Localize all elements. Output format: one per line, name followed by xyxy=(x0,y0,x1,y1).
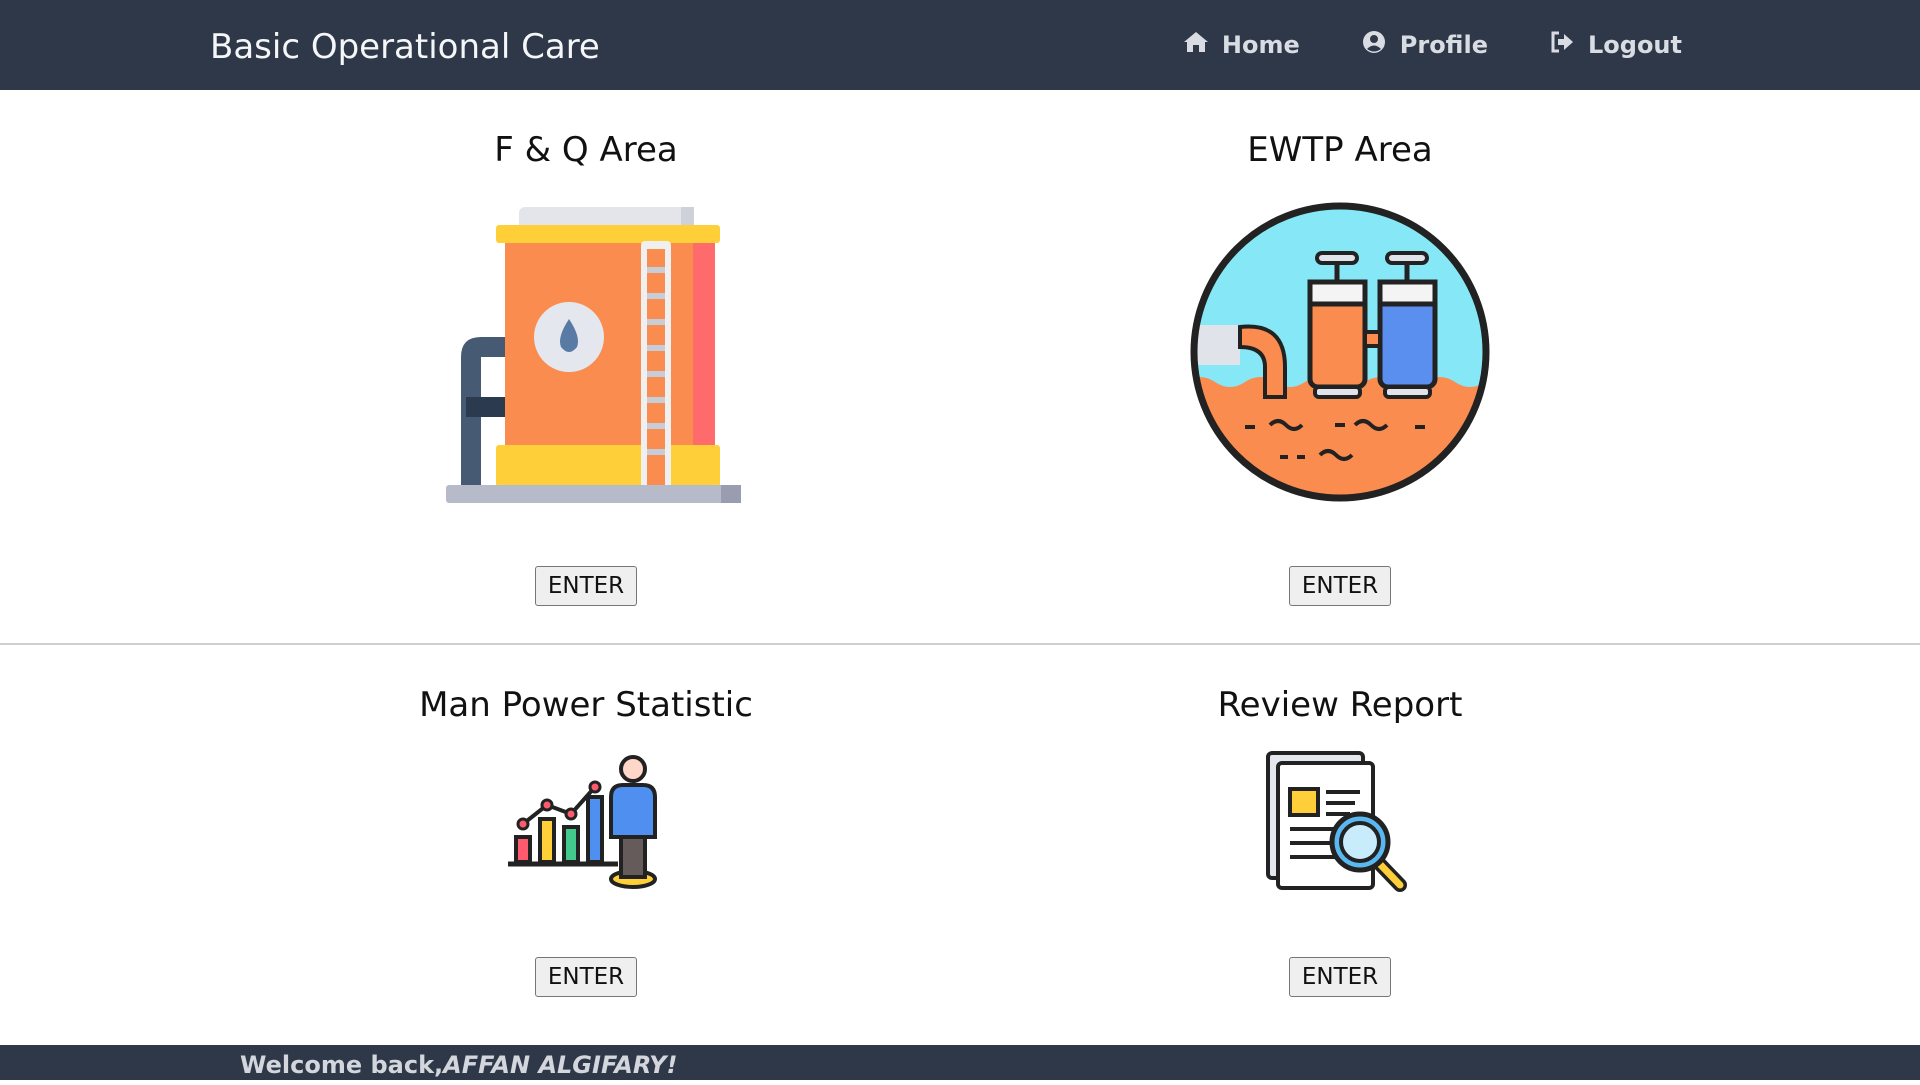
nav-menu: Home Profile Logout xyxy=(1182,0,1682,90)
menu-grid: F & Q Area ENTER EWTP Area ENTER Man Pow… xyxy=(0,90,1920,1043)
footer-bar: Welcome back,AFFAN ALGIFARY! xyxy=(0,1045,1920,1080)
logout-icon xyxy=(1548,28,1576,62)
card-man-power-statistic: Man Power Statistic ENTER xyxy=(206,645,966,997)
card-fq-area: F & Q Area ENTER xyxy=(206,90,966,606)
nav-home-label: Home xyxy=(1221,31,1300,59)
card-title: EWTP Area xyxy=(1247,130,1433,170)
nav-logout-label: Logout xyxy=(1587,31,1682,59)
card-ewtp-area: EWTP Area ENTER xyxy=(960,90,1720,606)
man-power-chart-icon xyxy=(206,737,966,907)
card-title: Review Report xyxy=(1217,685,1463,725)
welcome-message: Welcome back,AFFAN ALGIFARY! xyxy=(240,1045,677,1085)
username: AFFAN ALGIFARY! xyxy=(443,1051,678,1079)
nav-profile[interactable]: Profile xyxy=(1360,28,1488,62)
fuel-tank-icon xyxy=(206,182,966,522)
card-title: F & Q Area xyxy=(494,130,678,170)
enter-button[interactable]: ENTER xyxy=(1288,957,1392,997)
card-title: Man Power Statistic xyxy=(419,685,753,725)
menu-row-top: F & Q Area ENTER EWTP Area ENTER xyxy=(0,90,1920,645)
nav-profile-label: Profile xyxy=(1399,31,1488,59)
wastewater-treatment-icon xyxy=(960,182,1720,522)
menu-row-bottom: Man Power Statistic ENTER Review Report … xyxy=(0,645,1920,1043)
top-navbar: Basic Operational Care Home Profile Logo… xyxy=(0,0,1920,90)
nav-logout[interactable]: Logout xyxy=(1548,28,1682,62)
home-icon xyxy=(1182,28,1210,62)
enter-button[interactable]: ENTER xyxy=(534,566,638,606)
welcome-prefix: Welcome back, xyxy=(240,1051,444,1079)
app-title[interactable]: Basic Operational Care xyxy=(210,0,600,90)
user-circle-icon xyxy=(1360,28,1388,62)
enter-button[interactable]: ENTER xyxy=(1288,566,1392,606)
report-search-icon xyxy=(960,737,1720,907)
enter-button[interactable]: ENTER xyxy=(534,957,638,997)
nav-home[interactable]: Home xyxy=(1182,28,1300,62)
card-review-report: Review Report ENTER xyxy=(960,645,1720,997)
